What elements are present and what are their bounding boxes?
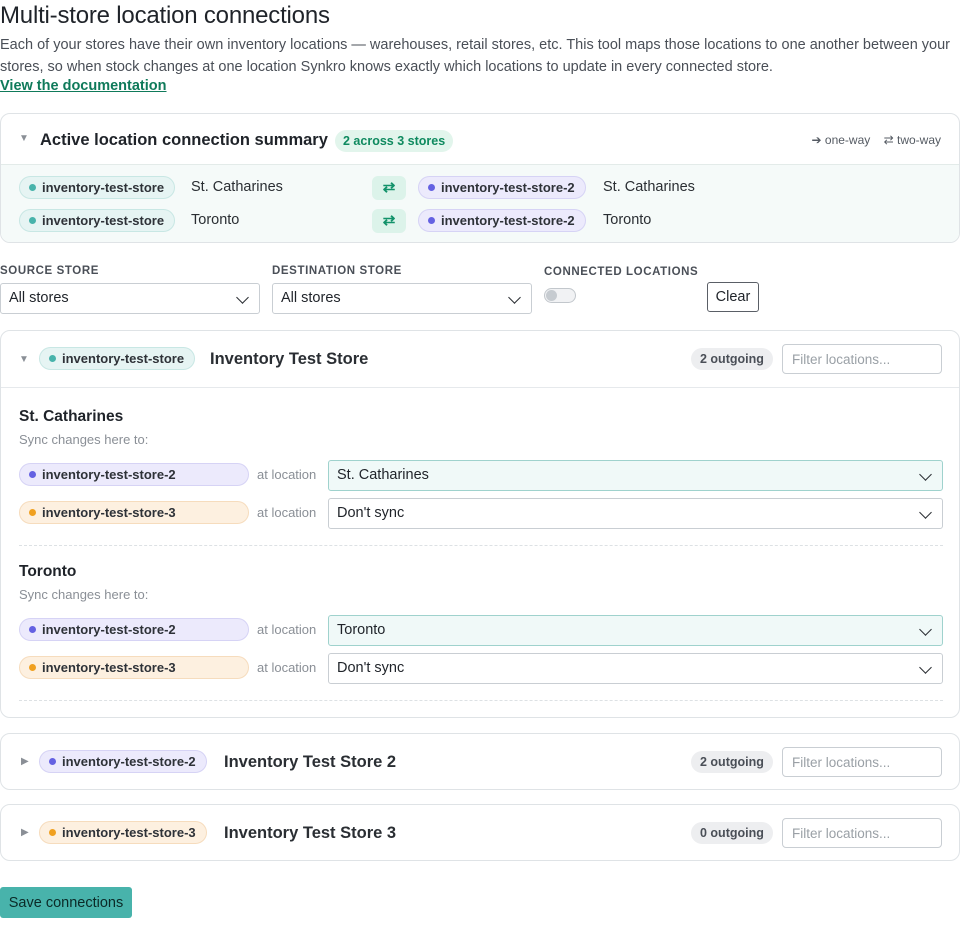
- save-connections-button[interactable]: Save connections: [0, 887, 132, 918]
- chevron-down-icon: [919, 623, 932, 636]
- destination-location: St. Catharines: [603, 179, 695, 195]
- source-store-select[interactable]: All stores: [0, 283, 260, 314]
- chevron-down-icon: [508, 291, 521, 304]
- target-store-pill: inventory-test-store-3: [19, 501, 249, 524]
- store-dot-icon: [29, 509, 36, 516]
- store-handle-pill: inventory-test-store: [39, 347, 196, 370]
- store-card: ▶ inventory-test-store-2 Inventory Test …: [0, 733, 960, 790]
- at-location-label: at location: [257, 505, 317, 520]
- store-dot-icon: [29, 471, 36, 478]
- outgoing-count-badge: 2 outgoing: [691, 751, 773, 773]
- summary-count-badge: 2 across 3 stores: [335, 130, 454, 152]
- one-way-legend: ➔ one-way: [811, 133, 871, 147]
- filter-locations-input[interactable]: [782, 818, 942, 848]
- connected-locations-toggle[interactable]: [544, 288, 576, 303]
- chevron-down-icon: [919, 468, 932, 481]
- connection-summary-card: ▼ Active location connection summary 2 a…: [0, 113, 960, 243]
- page-intro: Each of your stores have their own inven…: [0, 37, 950, 75]
- chevron-down-icon: [919, 661, 932, 674]
- summary-connections: inventory-test-store St. Catharines ⇄ in…: [1, 164, 959, 242]
- section-divider: [19, 700, 943, 701]
- location-mapping-row: inventory-test-store-2 at location Toron…: [19, 615, 943, 646]
- connected-locations-label: CONNECTED LOCATIONS: [544, 266, 699, 278]
- source-location: Toronto: [191, 212, 240, 228]
- connection-row: inventory-test-store Toronto ⇄ inventory…: [19, 209, 939, 233]
- location-mapping-row: inventory-test-store-3 at location Don't…: [19, 653, 943, 684]
- at-location-label: at location: [257, 622, 317, 637]
- source-store-pill: inventory-test-store: [19, 176, 176, 199]
- documentation-link[interactable]: View the documentation: [0, 78, 167, 94]
- target-location-select[interactable]: Don't sync: [328, 498, 943, 529]
- target-location-select[interactable]: Toronto: [328, 615, 943, 646]
- caret-down-icon[interactable]: ▼: [19, 354, 29, 365]
- source-store-pill: inventory-test-store: [19, 209, 176, 232]
- location-subtitle: Sync changes here to:: [19, 587, 149, 602]
- store-dot-icon: [29, 664, 36, 671]
- two-way-arrow-icon: ⇄: [372, 176, 406, 200]
- target-location-select[interactable]: Don't sync: [328, 653, 943, 684]
- location-title: St. Catharines: [19, 408, 124, 425]
- destination-store-pill: inventory-test-store-2: [418, 176, 586, 199]
- destination-store-select[interactable]: All stores: [272, 283, 532, 314]
- chevron-down-icon: [236, 291, 249, 304]
- target-store-pill: inventory-test-store-2: [19, 463, 249, 486]
- page-title: Multi-store location connections: [0, 2, 330, 29]
- store-header[interactable]: ▶ inventory-test-store-3 Inventory Test …: [1, 805, 959, 860]
- target-location-select[interactable]: St. Catharines: [328, 460, 943, 491]
- toggle-knob: [546, 290, 557, 301]
- store-name: Inventory Test Store 3: [224, 824, 397, 842]
- outgoing-count-badge: 2 outgoing: [691, 348, 773, 370]
- location-mapping-row: inventory-test-store-2 at location St. C…: [19, 460, 943, 491]
- section-divider: [19, 545, 943, 546]
- store-dot-icon: [29, 626, 36, 633]
- location-title: Toronto: [19, 563, 77, 580]
- store-handle-pill: inventory-test-store-2: [39, 750, 207, 773]
- filter-locations-input[interactable]: [782, 747, 942, 777]
- store-card: ▼ inventory-test-store Inventory Test St…: [0, 330, 960, 718]
- location-subtitle: Sync changes here to:: [19, 432, 149, 447]
- store-card: ▶ inventory-test-store-3 Inventory Test …: [0, 804, 960, 861]
- store-handle-pill: inventory-test-store-3: [39, 821, 207, 844]
- two-way-arrow-icon: ⇄: [372, 209, 406, 233]
- filter-locations-input[interactable]: [782, 344, 942, 374]
- outgoing-count-badge: 0 outgoing: [691, 822, 773, 844]
- location-mapping-row: inventory-test-store-3 at location Don't…: [19, 498, 943, 529]
- caret-right-icon[interactable]: ▶: [21, 827, 29, 838]
- store-dot-icon: [49, 758, 56, 765]
- store-dot-icon: [428, 217, 435, 224]
- store-header[interactable]: ▼ inventory-test-store Inventory Test St…: [1, 331, 959, 387]
- at-location-label: at location: [257, 467, 317, 482]
- store-dot-icon: [49, 829, 56, 836]
- store-dot-icon: [29, 217, 36, 224]
- destination-store-pill: inventory-test-store-2: [418, 209, 586, 232]
- connection-row: inventory-test-store St. Catharines ⇄ in…: [19, 176, 939, 200]
- destination-store-label: DESTINATION STORE: [272, 265, 402, 277]
- source-location: St. Catharines: [191, 179, 283, 195]
- store-locations: St. Catharines Sync changes here to: inv…: [1, 387, 959, 717]
- store-header[interactable]: ▶ inventory-test-store-2 Inventory Test …: [1, 734, 959, 789]
- source-store-label: SOURCE STORE: [0, 265, 100, 277]
- caret-down-icon[interactable]: ▼: [19, 133, 29, 144]
- store-name: Inventory Test Store: [210, 350, 369, 368]
- summary-header[interactable]: ▼ Active location connection summary 2 a…: [1, 114, 959, 164]
- caret-right-icon[interactable]: ▶: [21, 756, 29, 767]
- store-name: Inventory Test Store 2: [224, 753, 397, 771]
- store-dot-icon: [49, 355, 56, 362]
- summary-title: Active location connection summary: [40, 131, 328, 149]
- direction-legend: ➔ one-way ⇄ two-way: [802, 133, 942, 147]
- clear-button[interactable]: Clear: [707, 282, 759, 312]
- store-dot-icon: [29, 184, 36, 191]
- chevron-down-icon: [919, 506, 932, 519]
- two-way-legend: ⇄ two-way: [883, 133, 941, 147]
- store-dot-icon: [428, 184, 435, 191]
- at-location-label: at location: [257, 660, 317, 675]
- target-store-pill: inventory-test-store-2: [19, 618, 249, 641]
- destination-location: Toronto: [603, 212, 652, 228]
- target-store-pill: inventory-test-store-3: [19, 656, 249, 679]
